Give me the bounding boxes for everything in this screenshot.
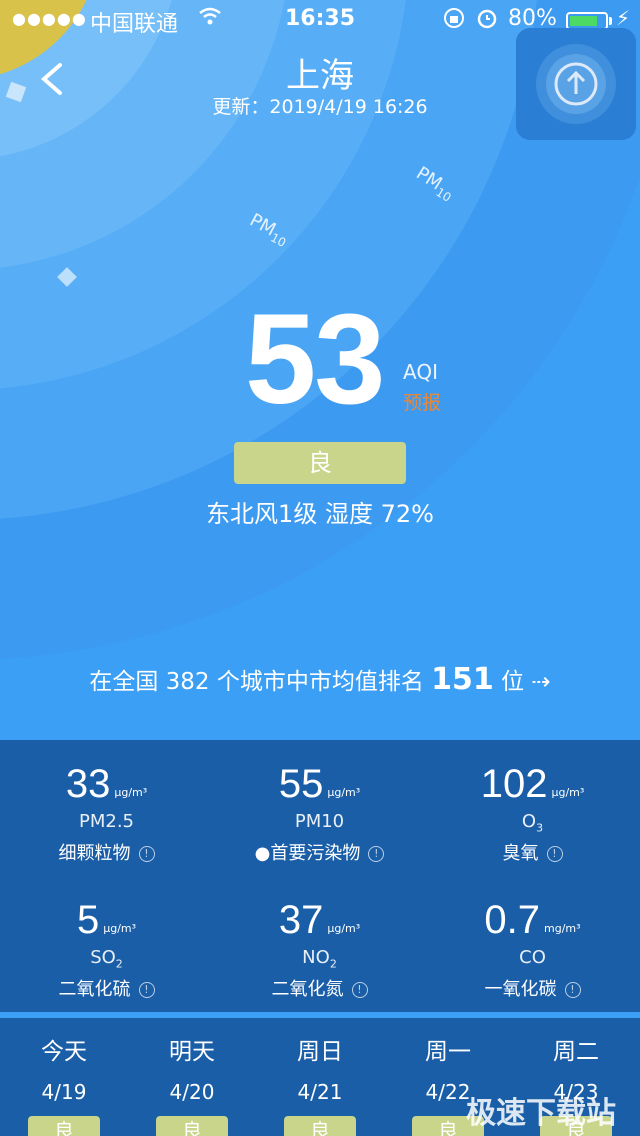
national-ranking-link[interactable]: 在全国 382 个城市中市均值排名 151 位 ⇢ <box>0 662 640 697</box>
alarm-icon <box>475 6 499 36</box>
air-quality-level-badge: 良 <box>234 442 406 484</box>
info-icon[interactable]: ! <box>368 845 385 862</box>
pollutant-o3[interactable]: 102 μg/m³ O3 臭氧! <box>426 762 639 865</box>
pollutant-co[interactable]: 0.7 mg/m³ CO 一氧化碳! <box>426 898 639 1001</box>
ranking-prefix: 在全国 382 个城市中市均值排名 <box>89 669 432 695</box>
weather-info: 东北风1级 湿度 72% <box>206 500 434 528</box>
info-icon[interactable]: ! <box>546 845 563 862</box>
info-icon[interactable]: ! <box>564 981 581 998</box>
pollutant-pm10[interactable]: 55 μg/m³ PM10 ●首要污染物! <box>213 762 426 865</box>
forecast-day[interactable]: 周日 4/21 良 <box>256 1032 384 1136</box>
forecast-level-badge: 良 <box>284 1116 356 1136</box>
share-button[interactable] <box>516 28 636 140</box>
forecast-level-badge: 良 <box>28 1116 100 1136</box>
ranking-number: 151 <box>431 662 494 697</box>
pollutant-no2[interactable]: 37 μg/m³ NO2 二氧化氮! <box>213 898 426 1001</box>
pollutant-grid: 33 μg/m³ PM2.5 细颗粒物! 55 μg/m³ PM10 ●首要污染物!… <box>0 740 640 1012</box>
ranking-suffix: 位 ⇢ <box>493 669 551 695</box>
forecast-level-badge: 良 <box>156 1116 228 1136</box>
info-icon[interactable]: ! <box>351 981 368 998</box>
info-icon[interactable]: ! <box>138 845 155 862</box>
forecast-day[interactable]: 今天 4/19 良 <box>0 1032 128 1136</box>
watermark-logo: 极速下载站 <box>466 1096 616 1131</box>
forecast-day[interactable]: 明天 4/20 良 <box>128 1032 256 1136</box>
share-upload-icon <box>536 44 616 124</box>
pollutant-so2[interactable]: 5 μg/m³ SO2 二氧化硫! <box>0 898 213 1001</box>
rotation-lock-icon <box>442 6 466 36</box>
info-icon[interactable]: ! <box>138 981 155 998</box>
forecast-link[interactable]: 预报 <box>403 388 441 415</box>
battery-tip <box>609 17 612 25</box>
pollutant-pm25[interactable]: 33 μg/m³ PM2.5 细颗粒物! <box>0 762 213 865</box>
aqi-value: 53 <box>245 288 385 431</box>
charging-icon: ⚡ <box>616 6 631 30</box>
aqi-label: AQI <box>403 360 438 384</box>
